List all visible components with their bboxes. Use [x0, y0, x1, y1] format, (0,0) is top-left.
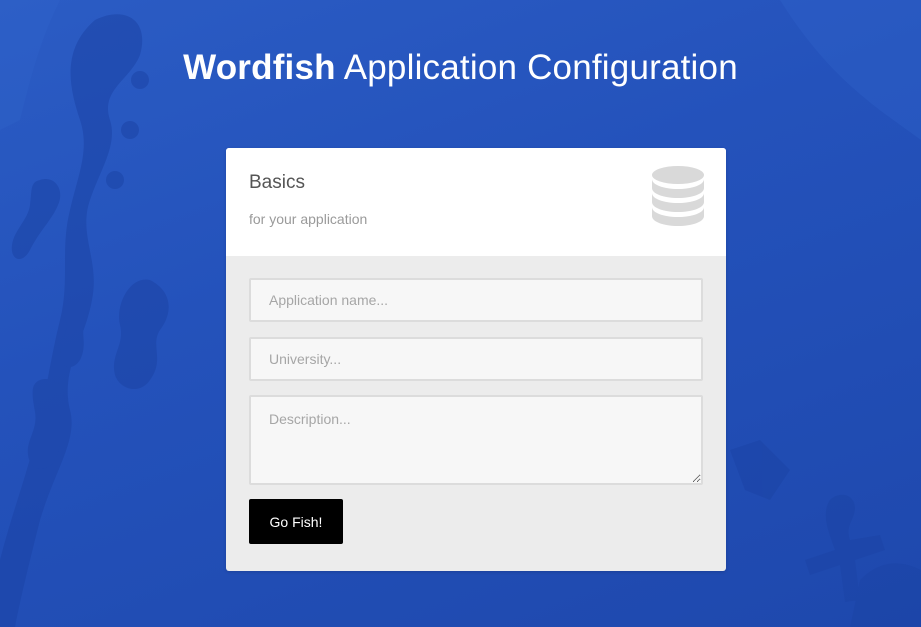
- brand-name: Wordfish: [183, 48, 336, 87]
- description-textarea[interactable]: [249, 395, 703, 485]
- card-header: Basics for your application: [226, 148, 726, 256]
- card-subtitle: for your application: [249, 211, 368, 227]
- card-body: Go Fish!: [226, 256, 726, 571]
- database-icon: [652, 166, 704, 226]
- card-title: Basics: [249, 172, 305, 193]
- page-title: Wordfish Application Configuration: [0, 48, 921, 88]
- application-name-input[interactable]: [249, 278, 703, 322]
- go-fish-button[interactable]: Go Fish!: [249, 499, 343, 544]
- university-input[interactable]: [249, 337, 703, 381]
- config-card: Basics for your application Go Fish!: [226, 148, 726, 571]
- page-title-text: Application Configuration: [335, 48, 738, 87]
